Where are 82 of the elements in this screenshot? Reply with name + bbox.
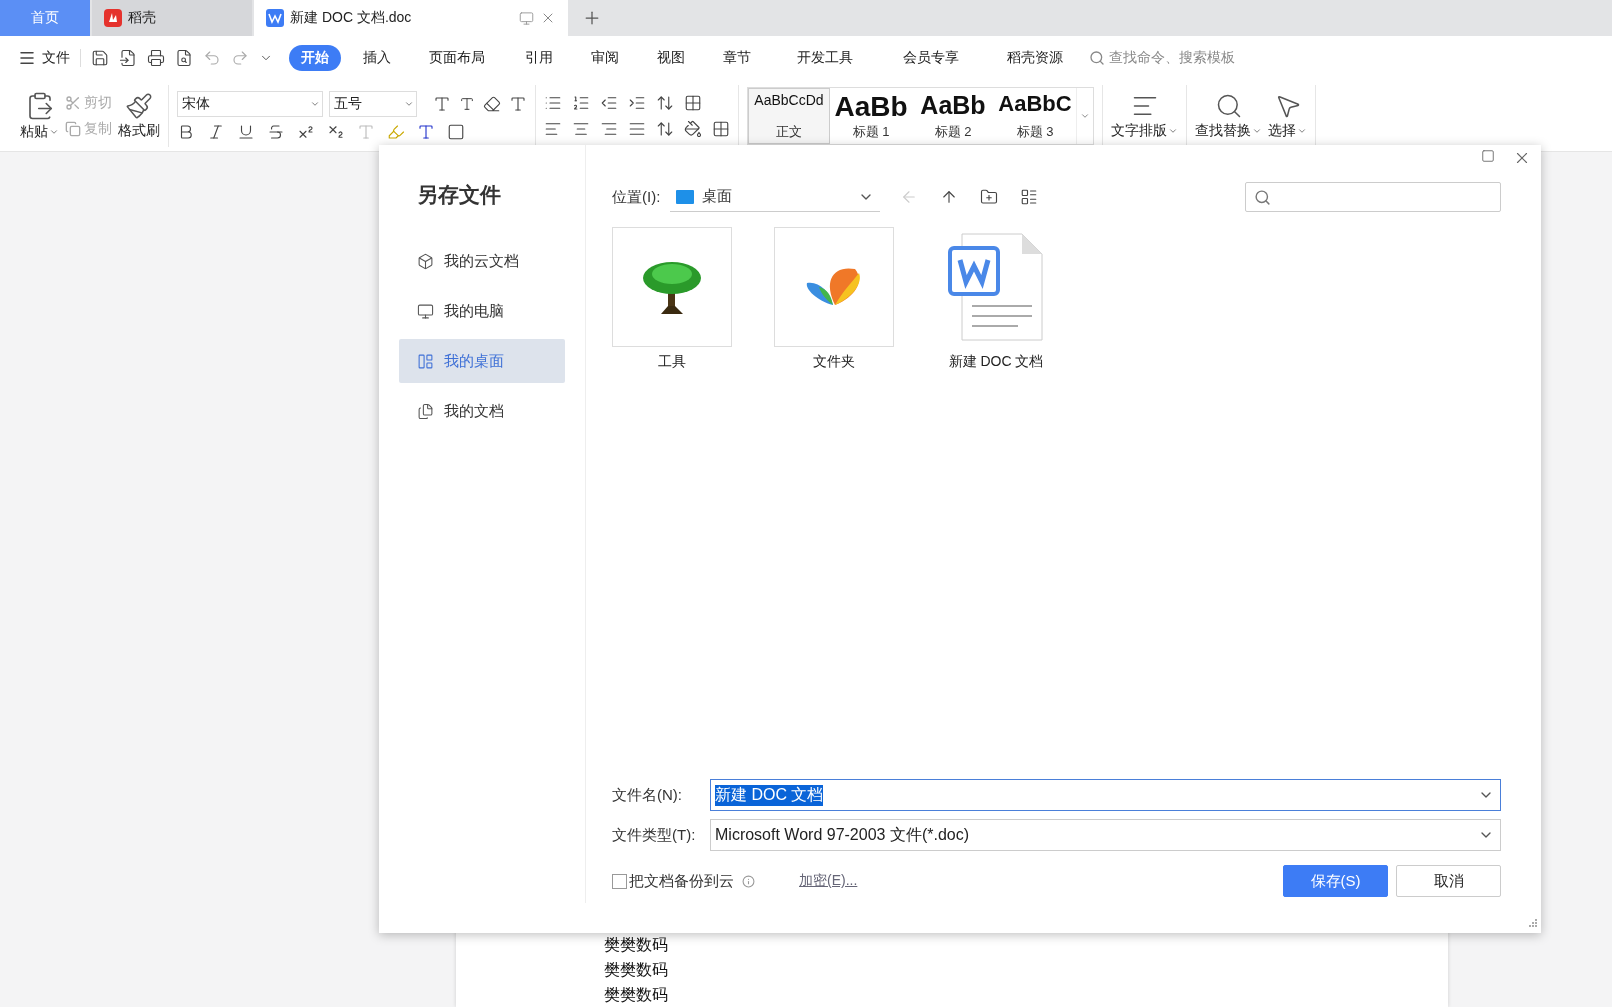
search-icon (1254, 188, 1271, 206)
encrypt-link[interactable]: 加密(E)... (799, 872, 858, 890)
paste-button[interactable]: 粘贴 (20, 90, 59, 141)
tab-label: 新建 DOC 文档.doc (290, 9, 412, 27)
ribbon-tab[interactable]: 审阅 (579, 45, 631, 72)
file-name-field[interactable]: 新建 DOC 文档 (710, 779, 1501, 811)
file-type-dropdown[interactable]: Microsoft Word 97-2003 文件(*.doc) (710, 819, 1501, 851)
sidebar-item[interactable]: 我的云文档 (399, 239, 565, 283)
document-tab[interactable]: 新建 DOC 文档.doc (254, 0, 568, 37)
table-icon[interactable] (684, 93, 702, 112)
save-button[interactable]: 保存(S) (1283, 865, 1388, 897)
export-icon[interactable] (119, 49, 137, 68)
ribbon-tab[interactable]: 引用 (513, 45, 565, 72)
document-text-line: 樊樊数码 (604, 984, 669, 1006)
sidebar-item[interactable]: 我的桌面 (399, 339, 565, 383)
ribbon-tab[interactable]: 页面布局 (417, 45, 497, 72)
document-tab[interactable]: 稻壳 (92, 0, 252, 37)
sidebar-item[interactable]: 我的文档 (399, 389, 565, 433)
underline-icon[interactable] (237, 122, 255, 141)
italic-icon[interactable] (207, 122, 225, 141)
find-replace-button[interactable]: 查找替换 (1195, 91, 1262, 140)
location-dropdown[interactable]: 桌面 (670, 182, 881, 212)
sidebar-item[interactable]: 我的电脑 (399, 289, 565, 333)
flame-logo-icon (104, 9, 122, 27)
tab-label: 稻壳 (128, 9, 156, 27)
style-gallery-item[interactable]: AaBbCcDd 正文 (748, 87, 830, 144)
strikethrough-icon[interactable] (267, 122, 285, 141)
document-text-line: 樊樊数码 (604, 959, 669, 981)
cube-icon (417, 252, 434, 270)
shading-icon[interactable] (684, 119, 702, 138)
search-field[interactable] (1245, 182, 1501, 212)
ribbon-tab[interactable]: 会员专享 (891, 45, 971, 72)
print-icon[interactable] (147, 49, 165, 68)
ribbon-tab[interactable]: 开始 (289, 45, 341, 72)
ribbon-tab[interactable]: 稻壳资源 (995, 45, 1075, 72)
borders-icon[interactable] (712, 119, 730, 138)
file-name: 工具 (658, 353, 686, 371)
maximize-icon[interactable] (1481, 149, 1495, 163)
eraser-icon[interactable] (483, 94, 501, 113)
ribbon-tab[interactable]: 插入 (351, 45, 403, 72)
copy-icon (65, 120, 81, 137)
search-icon (1089, 50, 1105, 67)
ribbon-tab[interactable]: 开发工具 (785, 45, 865, 72)
w-logo-icon (266, 9, 284, 27)
file-name: 文件夹 (813, 353, 855, 371)
font-size-field[interactable]: 五号 (329, 90, 417, 117)
print-preview-icon[interactable] (175, 49, 193, 68)
desktop-icon (676, 189, 695, 204)
window-icon (417, 352, 434, 370)
file-name-label: 文件名(N): (612, 785, 683, 805)
save-icon[interactable] (91, 49, 109, 68)
dialog-title: 另存文件 (417, 182, 502, 208)
paintbrush-icon (125, 91, 153, 120)
checkbox-label: 把文档备份到云 (629, 871, 734, 891)
tab-label: 首页 (31, 9, 59, 27)
view-mode-icon[interactable] (1020, 188, 1039, 206)
cancel-button[interactable]: 取消 (1396, 865, 1501, 897)
scissors-icon (65, 94, 81, 111)
font-color-icon[interactable] (417, 122, 435, 141)
file-type-label: 文件类型(T): (612, 825, 697, 845)
font-name-field[interactable]: 宋体 (177, 90, 323, 117)
select-button[interactable]: 选择 (1268, 91, 1307, 140)
ribbon-tab[interactable]: 视图 (645, 45, 697, 72)
file-thumbnail[interactable] (774, 227, 894, 347)
location-label: 位置(I): (612, 187, 661, 207)
resize-grip-icon[interactable] (1529, 919, 1537, 927)
document-text-line: 樊樊数码 (604, 934, 669, 956)
document-icon (948, 232, 1044, 342)
folders-icon (417, 402, 434, 420)
sort-icon[interactable] (656, 93, 674, 112)
info-icon[interactable] (742, 874, 755, 888)
format-painter-button[interactable]: 格式刷 (118, 91, 160, 140)
ribbon-tab[interactable]: 章节 (711, 45, 763, 72)
file-name: 新建 DOC 文档 (948, 353, 1044, 371)
command-search-field[interactable]: 查找命令、搜索模板 (1089, 49, 1235, 68)
numbered-list-icon[interactable] (572, 93, 590, 112)
file-thumbnail[interactable] (612, 227, 732, 347)
new-folder-icon[interactable] (980, 188, 999, 206)
file-menu[interactable]: 文件 (18, 49, 81, 68)
monitor-icon (417, 302, 434, 320)
checkbox[interactable] (612, 873, 627, 889)
text-layout-button[interactable]: 文字排版 (1111, 91, 1178, 140)
